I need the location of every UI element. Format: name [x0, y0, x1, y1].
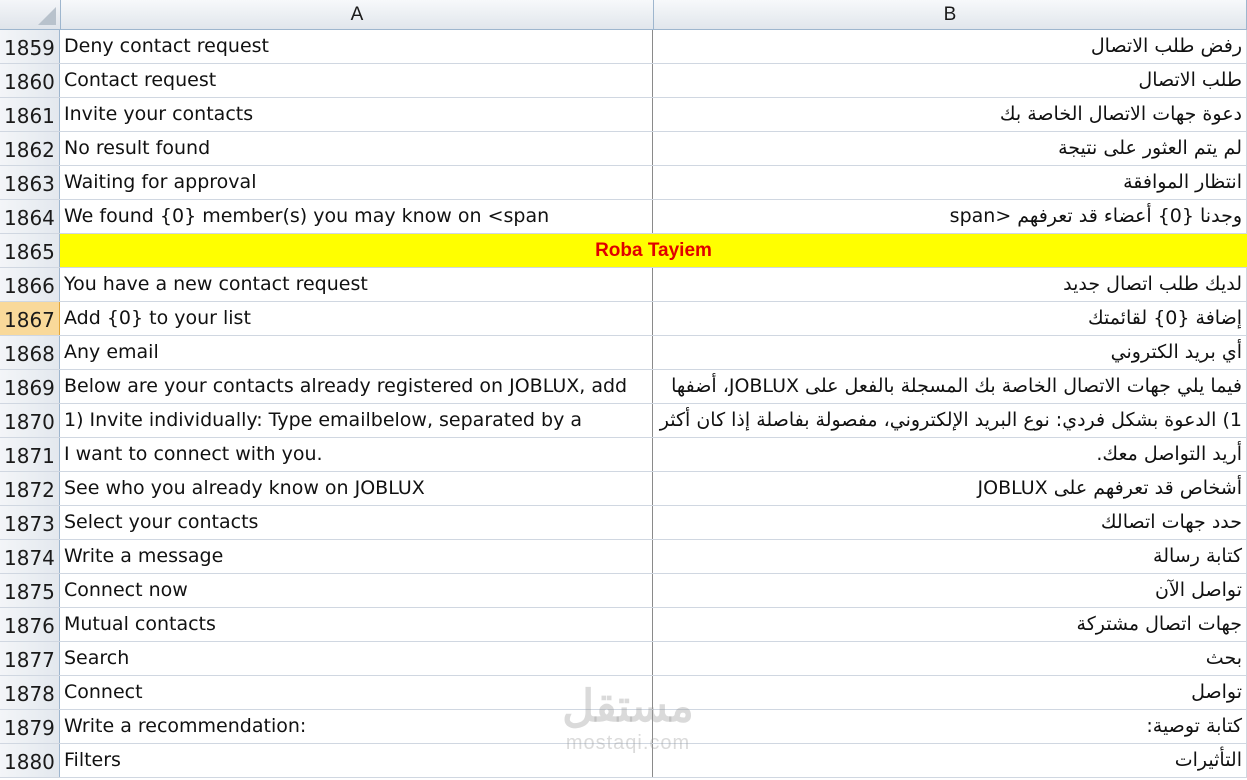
table-row: 1877 Search بحث — [0, 642, 1247, 676]
row-header[interactable]: 1875 — [0, 574, 60, 607]
table-row: 1863 Waiting for approval انتظار الموافقة — [0, 166, 1247, 200]
cell-b[interactable]: إضافة {0} لقائمتك — [653, 302, 1247, 335]
row-header[interactable]: 1879 — [0, 710, 60, 743]
row-header[interactable]: 1866 — [0, 268, 60, 301]
table-row: 1869 Below are your contacts already regi… — [0, 370, 1247, 404]
row-header[interactable]: 1859 — [0, 30, 60, 63]
cell-b[interactable]: كتابة رسالة — [653, 540, 1247, 573]
table-row: 1865 Roba Tayiem — [0, 234, 1247, 268]
table-row: 1873 Select your contacts حدد جهات اتصالك — [0, 506, 1247, 540]
cell-a[interactable]: Filters — [60, 744, 653, 777]
table-row: 1872 See who you already know on JOBLUX أش… — [0, 472, 1247, 506]
row-header[interactable]: 1863 — [0, 166, 60, 199]
column-header-row: A B — [0, 0, 1247, 30]
cell-a[interactable]: Waiting for approval — [60, 166, 653, 199]
row-header[interactable]: 1876 — [0, 608, 60, 641]
table-row: 1878 Connect تواصل — [0, 676, 1247, 710]
column-header-b[interactable]: B — [654, 0, 1247, 30]
cell-a[interactable]: Write a recommendation: — [60, 710, 653, 743]
cell-b[interactable]: حدد جهات اتصالك — [653, 506, 1247, 539]
cell-b[interactable]: لديك طلب اتصال جديد — [653, 268, 1247, 301]
cell-b[interactable]: أشخاص قد تعرفهم على JOBLUX — [653, 472, 1247, 505]
table-row: 1859 Deny contact request رفض طلب الاتصال — [0, 30, 1247, 64]
row-header[interactable]: 1861 — [0, 98, 60, 131]
cell-a[interactable]: No result found — [60, 132, 653, 165]
row-header[interactable]: 1860 — [0, 64, 60, 97]
cell-a[interactable]: Add {0} to your list — [60, 302, 653, 335]
row-header[interactable]: 1869 — [0, 370, 60, 403]
cell-b[interactable]: التأثيرات — [653, 744, 1247, 777]
cell-b[interactable]: جهات اتصال مشتركة — [653, 608, 1247, 641]
cell-a[interactable]: 1) Invite individually: Type emailbelow,… — [60, 404, 653, 437]
row-header[interactable]: 1862 — [0, 132, 60, 165]
cell-b[interactable]: رفض طلب الاتصال — [653, 30, 1247, 63]
cell-b[interactable]: لم يتم العثور على نتيجة — [653, 132, 1247, 165]
cell-b[interactable]: طلب الاتصال — [653, 64, 1247, 97]
cell-b[interactable]: أريد التواصل معك. — [653, 438, 1247, 471]
cell-b[interactable]: تواصل — [653, 676, 1247, 709]
merged-highlight-cell[interactable]: Roba Tayiem — [60, 234, 1247, 267]
cell-b[interactable]: 1) الدعوة بشكل فردي: نوع البريد الإلكترو… — [653, 404, 1247, 437]
cell-a[interactable]: Below are your contacts already register… — [60, 370, 653, 403]
table-row: 1860 Contact request طلب الاتصال — [0, 64, 1247, 98]
cell-a[interactable]: Connect now — [60, 574, 653, 607]
cell-a[interactable]: You have a new contact request — [60, 268, 653, 301]
cell-a[interactable]: Contact request — [60, 64, 653, 97]
cell-b[interactable]: وجدنا {0} أعضاء قد تعرفهم <span — [653, 200, 1247, 233]
cell-b[interactable]: دعوة جهات الاتصال الخاصة بك — [653, 98, 1247, 131]
row-header[interactable]: 1878 — [0, 676, 60, 709]
table-row: 1875 Connect now تواصل الآن — [0, 574, 1247, 608]
cell-b[interactable]: فيما يلي جهات الاتصال الخاصة بك المسجلة … — [653, 370, 1247, 403]
table-row: 1862 No result found لم يتم العثور على نتي… — [0, 132, 1247, 166]
rows-container: 1859 Deny contact request رفض طلب الاتصال 1… — [0, 30, 1247, 778]
cell-b[interactable]: انتظار الموافقة — [653, 166, 1247, 199]
select-all-button[interactable] — [0, 0, 61, 30]
table-row: 1879 Write a recommendation: كتابة توصية: — [0, 710, 1247, 744]
spreadsheet: A B 1859 Deny contact request رفض طلب الات… — [0, 0, 1247, 778]
cell-a[interactable]: We found {0} member(s) you may know on <… — [60, 200, 653, 233]
table-row: 1868 Any email أي بريد الكتروني — [0, 336, 1247, 370]
cell-a[interactable]: Mutual contacts — [60, 608, 653, 641]
row-header[interactable]: 1865 — [0, 234, 60, 267]
row-header[interactable]: 1867 — [0, 302, 60, 335]
cell-a[interactable]: Write a message — [60, 540, 653, 573]
table-row: 1871 I want to connect with you. أريد التو… — [0, 438, 1247, 472]
cell-a[interactable]: Connect — [60, 676, 653, 709]
cell-a[interactable]: See who you already know on JOBLUX — [60, 472, 653, 505]
row-header[interactable]: 1873 — [0, 506, 60, 539]
table-row: 1874 Write a message كتابة رسالة — [0, 540, 1247, 574]
table-row: 1861 Invite your contacts دعوة جهات الاتصا… — [0, 98, 1247, 132]
cell-b[interactable]: أي بريد الكتروني — [653, 336, 1247, 369]
row-header[interactable]: 1864 — [0, 200, 60, 233]
cell-a[interactable]: I want to connect with you. — [60, 438, 653, 471]
table-row: 1864 We found {0} member(s) you may know … — [0, 200, 1247, 234]
row-header[interactable]: 1874 — [0, 540, 60, 573]
cell-a[interactable]: Any email — [60, 336, 653, 369]
cell-a[interactable]: Deny contact request — [60, 30, 653, 63]
cell-a[interactable]: Select your contacts — [60, 506, 653, 539]
row-header[interactable]: 1870 — [0, 404, 60, 437]
table-row: 1870 1) Invite individually: Type emailbe… — [0, 404, 1247, 438]
row-header[interactable]: 1868 — [0, 336, 60, 369]
row-header[interactable]: 1871 — [0, 438, 60, 471]
column-header-a[interactable]: A — [61, 0, 654, 30]
cell-b[interactable]: تواصل الآن — [653, 574, 1247, 607]
select-all-triangle-icon — [38, 7, 56, 25]
cell-b[interactable]: بحث — [653, 642, 1247, 675]
cell-a[interactable]: Invite your contacts — [60, 98, 653, 131]
cell-b[interactable]: كتابة توصية: — [653, 710, 1247, 743]
cell-a[interactable]: Search — [60, 642, 653, 675]
table-row: 1867 Add {0} to your list إضافة {0} لقائمت… — [0, 302, 1247, 336]
table-row: 1866 You have a new contact request لديك ط… — [0, 268, 1247, 302]
row-header[interactable]: 1872 — [0, 472, 60, 505]
row-header[interactable]: 1877 — [0, 642, 60, 675]
row-header[interactable]: 1880 — [0, 744, 60, 777]
table-row: 1876 Mutual contacts جهات اتصال مشتركة — [0, 608, 1247, 642]
